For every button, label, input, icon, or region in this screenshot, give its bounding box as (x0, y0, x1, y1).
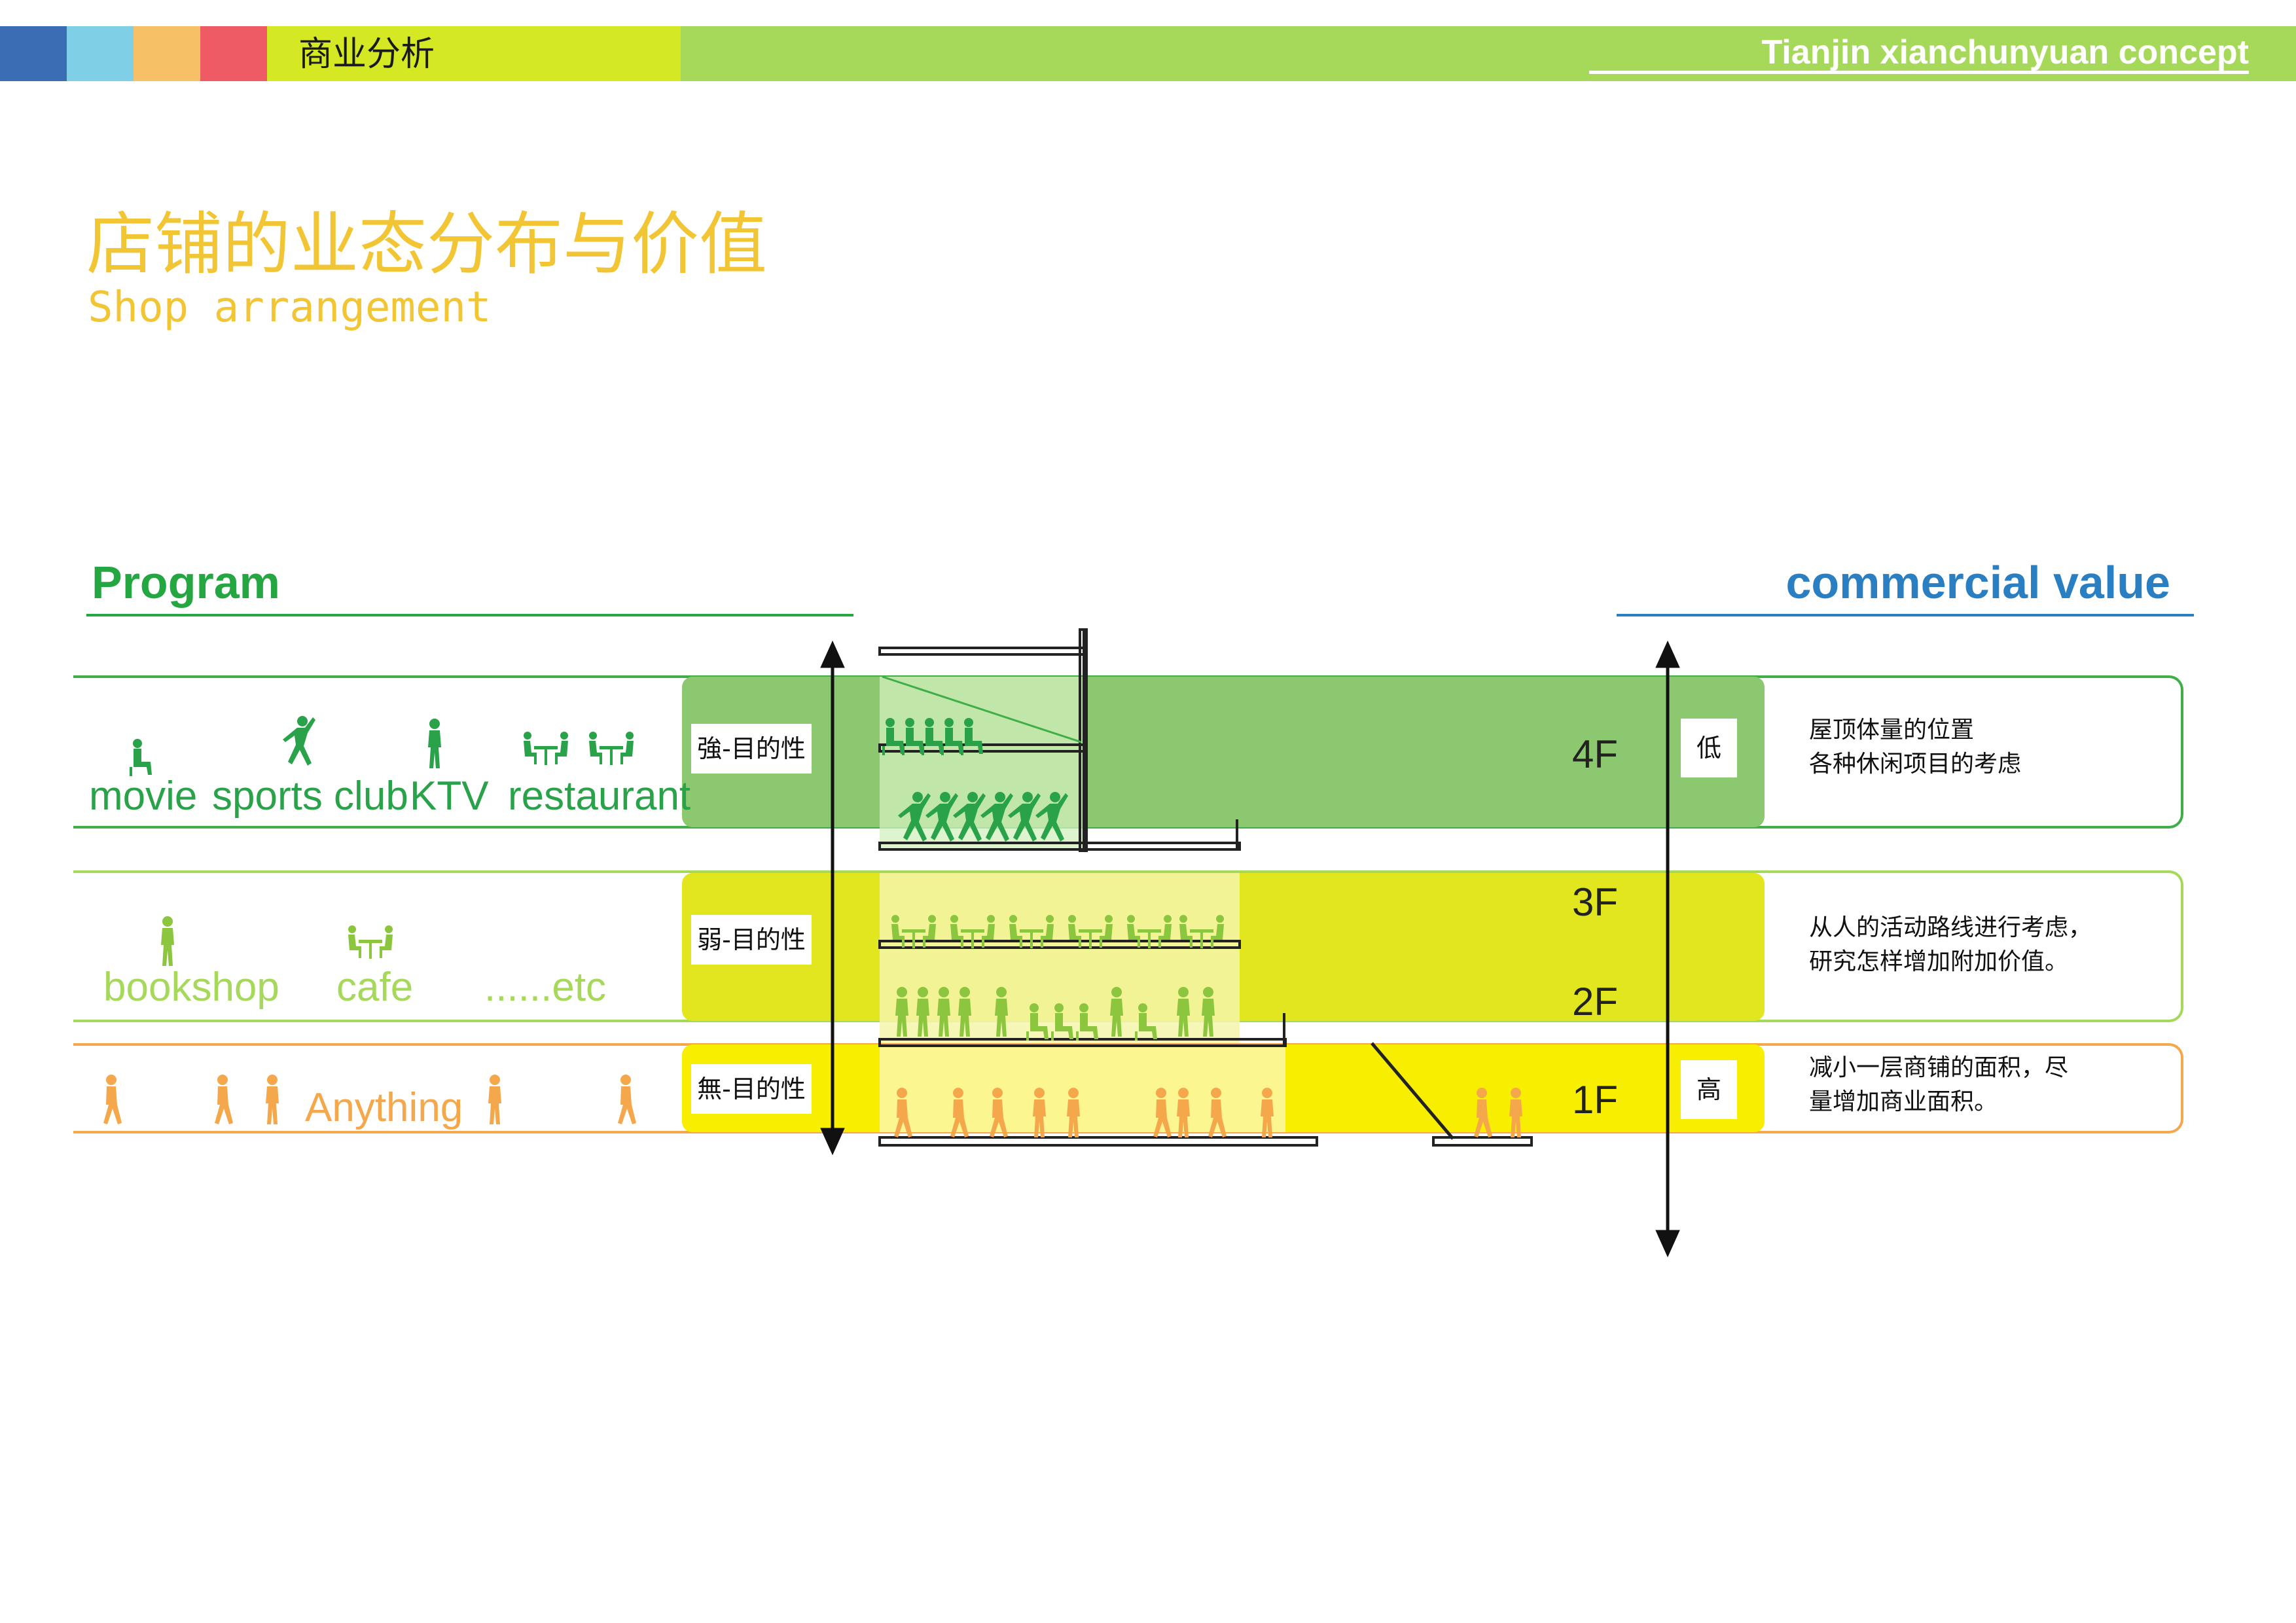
ktv-icon (428, 719, 441, 768)
bookshop-icon (161, 916, 174, 966)
diagram-drawing (103, 628, 1680, 1258)
restaurant-icon (524, 732, 568, 765)
walker-icon-5 (618, 1075, 636, 1124)
sports-icon (283, 716, 315, 766)
dancers-row (898, 792, 1068, 842)
ground-floor-people (894, 1088, 1522, 1137)
walker-icon-3 (266, 1075, 279, 1124)
commercial-value-axis-arrow (1655, 640, 1680, 1258)
walker-icon-4 (488, 1075, 501, 1124)
row1-icons (130, 716, 634, 776)
cafe-tables-row (891, 915, 1224, 948)
walker-icon-2 (215, 1075, 233, 1124)
cafe-icon (348, 925, 393, 959)
cinema-seats (882, 718, 983, 755)
standing-people-row (895, 987, 1215, 1041)
purpose-axis-arrow (820, 640, 845, 1156)
building-section (878, 628, 1533, 1147)
restaurant-icon-2 (589, 732, 634, 765)
movie-icon (130, 739, 152, 776)
row3-icons (103, 1075, 636, 1124)
walker-icon-1 (103, 1075, 122, 1124)
row2-icons (161, 916, 393, 966)
